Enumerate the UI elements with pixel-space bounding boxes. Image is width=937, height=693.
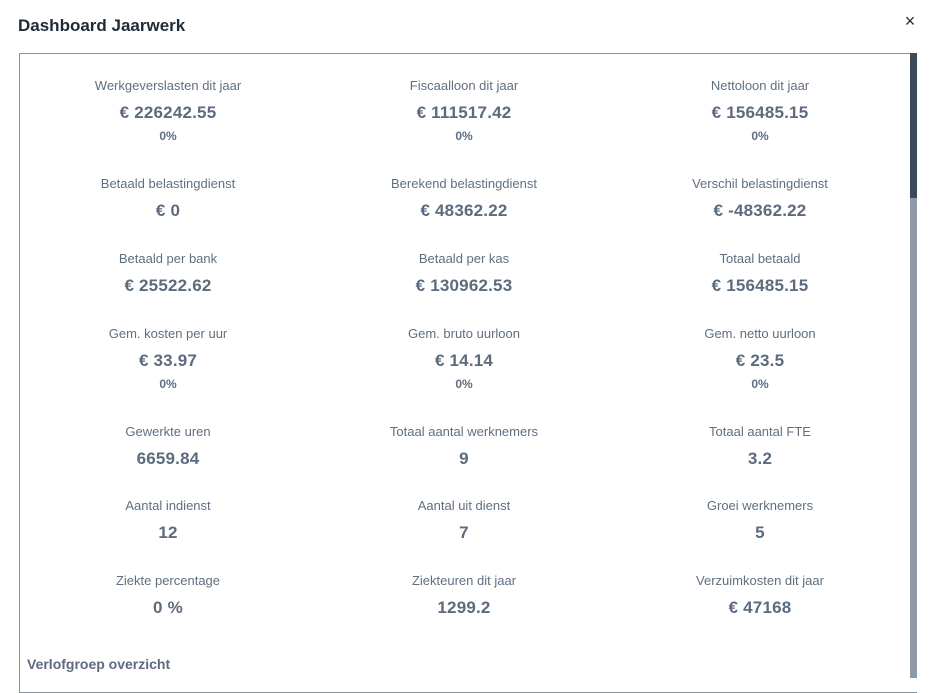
stat-percent: 0% xyxy=(751,377,769,391)
stat-label: Aantal indienst xyxy=(125,498,211,513)
stat-label: Betaald per kas xyxy=(418,251,510,266)
stat-value: € 33.97 xyxy=(138,351,198,370)
stat-value: 3.2 xyxy=(747,449,773,468)
stat-aantal-uit-dienst: Aantal uit dienst 7 xyxy=(316,498,612,543)
stat-label: Betaald belastingdienst xyxy=(100,176,236,191)
stat-percent: 0% xyxy=(455,129,473,143)
stat-percent: 0% xyxy=(751,129,769,143)
stat-value: € 23.5 xyxy=(735,351,785,370)
stat-label: Betaald per bank xyxy=(118,251,218,266)
stat-fiscaalloon: Fiscaalloon dit jaar € 111517.42 0% xyxy=(316,78,612,143)
stat-label: Ziekteuren dit jaar xyxy=(411,573,517,588)
stat-label: Gem. netto uurloon xyxy=(704,326,816,341)
section-title-verlofgroep: Verlofgroep overzicht xyxy=(27,656,171,672)
stat-label: Gem. kosten per uur xyxy=(108,326,228,341)
stat-groei-werknemers: Groei werknemers 5 xyxy=(612,498,908,543)
stat-label: Totaal aantal FTE xyxy=(709,424,811,439)
stat-label: Totaal aantal werknemers xyxy=(389,424,539,439)
stat-kosten-per-uur: Gem. kosten per uur € 33.97 0% xyxy=(20,326,316,391)
stat-value: € 226242.55 xyxy=(119,103,217,122)
stat-label: Aantal uit dienst xyxy=(417,498,511,513)
stat-ziekte-percentage: Ziekte percentage 0 % xyxy=(20,573,316,618)
stat-label: Verzuimkosten dit jaar xyxy=(696,573,824,588)
stat-value: € 156485.15 xyxy=(711,103,809,122)
stat-percent: 0% xyxy=(455,377,473,391)
stat-value: € 111517.42 xyxy=(416,103,512,122)
stat-verschil-belastingdienst: Verschil belastingdienst € -48362.22 xyxy=(612,176,908,221)
stat-berekend-belastingdienst: Berekend belastingdienst € 48362.22 xyxy=(316,176,612,221)
dialog-title: Dashboard Jaarwerk xyxy=(18,16,186,35)
stat-gewerkte-uren: Gewerkte uren 6659.84 xyxy=(20,424,316,469)
stat-label: Fiscaalloon dit jaar xyxy=(409,78,519,93)
stat-label: Verschil belastingdienst xyxy=(692,176,828,191)
stat-value: 6659.84 xyxy=(136,449,200,468)
stat-verzuimkosten: Verzuimkosten dit jaar € 47168 xyxy=(612,573,908,618)
stat-value: € 47168 xyxy=(728,598,792,617)
stat-value: 0 % xyxy=(153,598,183,617)
stat-label: Nettoloon dit jaar xyxy=(710,78,810,93)
stat-aantal-indienst: Aantal indienst 12 xyxy=(20,498,316,543)
stat-value: 1299.2 xyxy=(437,598,491,617)
stat-totaal-betaald: Totaal betaald € 156485.15 xyxy=(612,251,908,296)
stat-value: € 130962.53 xyxy=(415,276,513,295)
stat-nettoloon: Nettoloon dit jaar € 156485.15 0% xyxy=(612,78,908,143)
stat-label: Gewerkte uren xyxy=(125,424,211,439)
stat-value: € 0 xyxy=(155,201,181,220)
stat-percent: 0% xyxy=(159,377,177,391)
stat-aantal-fte: Totaal aantal FTE 3.2 xyxy=(612,424,908,469)
stat-netto-uurloon: Gem. netto uurloon € 23.5 0% xyxy=(612,326,908,391)
stat-value: € 156485.15 xyxy=(711,276,809,295)
stat-value: € -48362.22 xyxy=(713,201,807,220)
stat-betaald-per-bank: Betaald per bank € 25522.62 xyxy=(20,251,316,296)
stat-value: 9 xyxy=(459,449,469,468)
close-icon[interactable]: × xyxy=(901,11,919,31)
stat-aantal-werknemers: Totaal aantal werknemers 9 xyxy=(316,424,612,469)
stat-label: Berekend belastingdienst xyxy=(391,176,537,191)
stat-value: € 48362.22 xyxy=(420,201,508,220)
stat-value: 5 xyxy=(755,523,765,542)
stat-percent: 0% xyxy=(159,129,177,143)
stat-label: Gem. bruto uurloon xyxy=(407,326,520,341)
stat-value: € 25522.62 xyxy=(124,276,212,295)
stat-bruto-uurloon: Gem. bruto uurloon € 14.14 0% xyxy=(316,326,612,391)
scrollbar-thumb[interactable] xyxy=(910,53,917,198)
stat-label: Groei werknemers xyxy=(706,498,814,513)
stat-ziekteuren: Ziekteuren dit jaar 1299.2 xyxy=(316,573,612,618)
stat-value: 12 xyxy=(158,523,178,542)
stat-label: Ziekte percentage xyxy=(115,573,221,588)
stat-werkgeverslasten: Werkgeverslasten dit jaar € 226242.55 0% xyxy=(20,78,316,143)
stat-label: Werkgeverslasten dit jaar xyxy=(94,78,242,93)
stat-value: € 14.14 xyxy=(434,351,494,370)
dashboard-panel: Werkgeverslasten dit jaar € 226242.55 0%… xyxy=(19,53,917,693)
stat-betaald-belastingdienst: Betaald belastingdienst € 0 xyxy=(20,176,316,221)
stat-betaald-per-kas: Betaald per kas € 130962.53 xyxy=(316,251,612,296)
stat-value: 7 xyxy=(459,523,469,542)
stat-label: Totaal betaald xyxy=(719,251,801,266)
scrollbar[interactable] xyxy=(910,53,917,678)
